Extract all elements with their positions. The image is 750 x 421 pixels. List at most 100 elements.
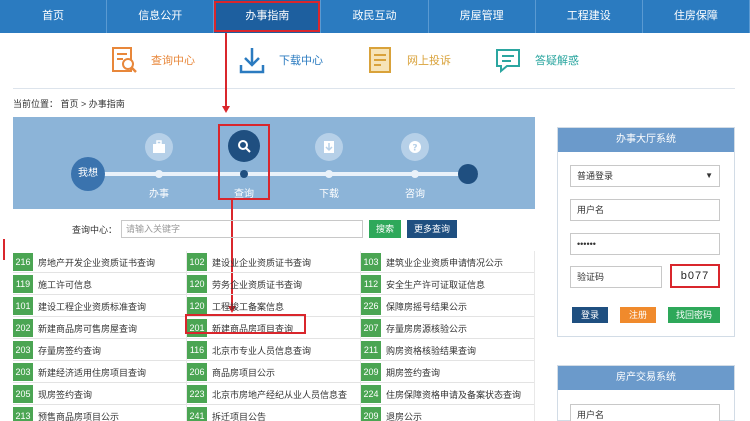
nav-construction[interactable]: 工程建设 bbox=[536, 0, 643, 33]
item-link[interactable]: 建筑业企业资质申请情况公示 bbox=[386, 256, 503, 269]
nav-info-disclosure[interactable]: 信息公开 bbox=[107, 0, 215, 33]
item-number-badge: 202 bbox=[13, 319, 33, 337]
item-link[interactable]: 北京市房地产经纪从业人员信息查 bbox=[212, 388, 347, 401]
list-row: 203 存量房签约查询 116 北京市专业人员信息查询 211 购房资格核验结果查询 bbox=[13, 339, 535, 361]
query-list: 216 房地产开发企业资质证书查询 102 建设业企业资质证书查询 103 建筑业企业资质… bbox=[13, 251, 535, 421]
step-xiazai[interactable] bbox=[315, 133, 343, 161]
download-file-icon bbox=[324, 141, 334, 153]
step-tick bbox=[325, 170, 333, 178]
step-tick bbox=[411, 170, 419, 178]
item-link[interactable]: 购房资格核验结果查询 bbox=[386, 344, 476, 357]
nav-service-guide[interactable]: 办事指南 bbox=[214, 0, 322, 33]
list-item[interactable]: 101 建设工程企业资质标准查询 bbox=[13, 295, 187, 317]
panel-title: 房产交易系统 bbox=[558, 366, 734, 390]
faq-link[interactable]: 答疑解惑 bbox=[493, 45, 579, 75]
list-item[interactable]: 120 劳务企业资质证书查询 bbox=[187, 273, 361, 295]
captcha-image[interactable]: b077 bbox=[670, 264, 720, 288]
item-link[interactable]: 北京市专业人员信息查询 bbox=[212, 344, 311, 357]
list-item[interactable]: 103 建筑业企业资质申请情况公示 bbox=[361, 251, 535, 273]
step-zixun[interactable]: ? bbox=[401, 133, 429, 161]
list-item[interactable]: 202 新建商品房可售房屋查询 bbox=[13, 317, 187, 339]
list-item[interactable]: 207 存量房房源核验公示 bbox=[361, 317, 535, 339]
login-button[interactable]: 登录 bbox=[572, 307, 608, 323]
list-item[interactable]: 116 北京市专业人员信息查询 bbox=[187, 339, 361, 361]
list-item[interactable]: 213 预售商品房项目公示 bbox=[13, 405, 187, 421]
login-type-select[interactable]: 普通登录 ▼ bbox=[570, 165, 720, 187]
list-item[interactable]: 209 期房签约查询 bbox=[361, 361, 535, 383]
item-link[interactable]: 新建商品房可售房屋查询 bbox=[38, 322, 137, 335]
item-number-badge: 203 bbox=[13, 363, 33, 381]
list-row: 216 房地产开发企业资质证书查询 102 建设业企业资质证书查询 103 建筑业企业资质… bbox=[13, 251, 535, 273]
item-number-badge: 226 bbox=[361, 297, 381, 315]
list-item[interactable]: 223 北京市房地产经纪从业人员信息查 bbox=[187, 383, 361, 405]
item-link[interactable]: 预售商品房项目公示 bbox=[38, 410, 119, 421]
password-field[interactable]: •••••• bbox=[570, 233, 720, 255]
item-link[interactable]: 新建经济适用住房项目查询 bbox=[38, 366, 146, 379]
nav-housing-management[interactable]: 房屋管理 bbox=[429, 0, 536, 33]
list-item[interactable]: 102 建设业企业资质证书查询 bbox=[187, 251, 361, 273]
search-input[interactable]: 请输入关键字 bbox=[121, 220, 364, 238]
more-query-button[interactable]: 更多查询 bbox=[407, 220, 458, 238]
list-item[interactable]: 224 住房保障资格申请及备案状态查询 bbox=[361, 383, 535, 405]
item-link[interactable]: 建设业企业资质证书查询 bbox=[212, 256, 311, 269]
item-number-badge: 216 bbox=[13, 253, 33, 271]
recover-password-button[interactable]: 找回密码 bbox=[668, 307, 720, 323]
item-link[interactable]: 期房签约查询 bbox=[386, 366, 440, 379]
list-item[interactable]: 203 新建经济适用住房项目查询 bbox=[13, 361, 187, 383]
item-link[interactable]: 现房签约查询 bbox=[38, 388, 92, 401]
list-item[interactable]: 241 拆迁项目公告 bbox=[187, 405, 361, 421]
nav-home[interactable]: 首页 bbox=[0, 0, 108, 33]
search-row: 查询中心： 请输入关键字 搜索 更多查询 bbox=[72, 220, 458, 238]
item-link[interactable]: 建设工程企业资质标准查询 bbox=[38, 300, 146, 313]
panel-title: 办事大厅系统 bbox=[558, 128, 734, 152]
item-number-badge: 103 bbox=[361, 253, 381, 271]
briefcase-icon bbox=[153, 140, 165, 153]
list-item[interactable]: 112 安全生产许可证取证信息 bbox=[361, 273, 535, 295]
online-complaint-link[interactable]: 网上投诉 bbox=[365, 45, 451, 75]
list-item[interactable]: 211 购房资格核验结果查询 bbox=[361, 339, 535, 361]
item-link[interactable]: 拆迁项目公告 bbox=[212, 410, 266, 421]
item-link[interactable]: 商品房项目公示 bbox=[212, 366, 275, 379]
list-row: 203 新建经济适用住房项目查询 206 商品房项目公示 209 期房签约查询 bbox=[13, 361, 535, 383]
captcha-field[interactable]: 验证码 bbox=[570, 266, 662, 288]
download-center-link[interactable]: 下载中心 bbox=[237, 45, 323, 75]
item-number-badge: 207 bbox=[361, 319, 381, 337]
register-button[interactable]: 注册 bbox=[620, 307, 656, 323]
download-icon bbox=[239, 48, 265, 74]
step-label-banshi: 办事 bbox=[149, 189, 169, 200]
list-item[interactable]: 203 存量房签约查询 bbox=[13, 339, 187, 361]
nav-interaction[interactable]: 政民互动 bbox=[321, 0, 429, 33]
item-link[interactable]: 存量房房源核验公示 bbox=[386, 322, 467, 335]
item-link[interactable]: 安全生产许可证取证信息 bbox=[386, 278, 485, 291]
nav-housing-security[interactable]: 住房保障 bbox=[643, 0, 750, 33]
list-item[interactable]: 226 保障房摇号结果公示 bbox=[361, 295, 535, 317]
item-link[interactable]: 劳务企业资质证书查询 bbox=[212, 278, 302, 291]
item-link[interactable]: 保障房摇号结果公示 bbox=[386, 300, 467, 313]
login-type-value: 普通登录 bbox=[577, 171, 614, 181]
online-complaint-label: 网上投诉 bbox=[407, 55, 451, 67]
item-number-badge: 209 bbox=[361, 407, 381, 421]
list-item[interactable]: 216 房地产开发企业资质证书查询 bbox=[13, 251, 187, 273]
service-shortcuts: 查询中心 下载中心 网上投诉 答疑解惑 bbox=[13, 38, 735, 82]
item-link[interactable]: 退房公示 bbox=[386, 410, 422, 421]
step-banshi[interactable] bbox=[145, 133, 173, 161]
username-field[interactable]: 用户名 bbox=[570, 199, 720, 221]
item-link[interactable]: 工程竣工备案信息 bbox=[212, 300, 284, 313]
list-item[interactable]: 206 商品房项目公示 bbox=[187, 361, 361, 383]
trade-username-field[interactable]: 用户名 bbox=[570, 404, 720, 421]
item-link[interactable]: 房地产开发企业资质证书查询 bbox=[38, 256, 155, 269]
query-center-link[interactable]: 查询中心 bbox=[109, 45, 195, 75]
divider bbox=[13, 88, 735, 89]
search-button[interactable]: 搜索 bbox=[369, 220, 402, 238]
item-link[interactable]: 存量房签约查询 bbox=[38, 344, 101, 357]
annotation-arrow-head bbox=[221, 106, 230, 113]
list-item[interactable]: 205 现房签约查询 bbox=[13, 383, 187, 405]
list-item[interactable]: 119 施工许可信息 bbox=[13, 273, 187, 295]
process-start: 我想 bbox=[71, 157, 105, 191]
housing-trade-panel: 房产交易系统 用户名 bbox=[557, 365, 735, 421]
question-icon: ? bbox=[409, 141, 421, 154]
item-link[interactable]: 施工许可信息 bbox=[38, 278, 92, 291]
chat-bubble-icon bbox=[496, 49, 520, 74]
list-item[interactable]: 209 退房公示 bbox=[361, 405, 535, 421]
item-link[interactable]: 住房保障资格申请及备案状态查询 bbox=[386, 388, 521, 401]
